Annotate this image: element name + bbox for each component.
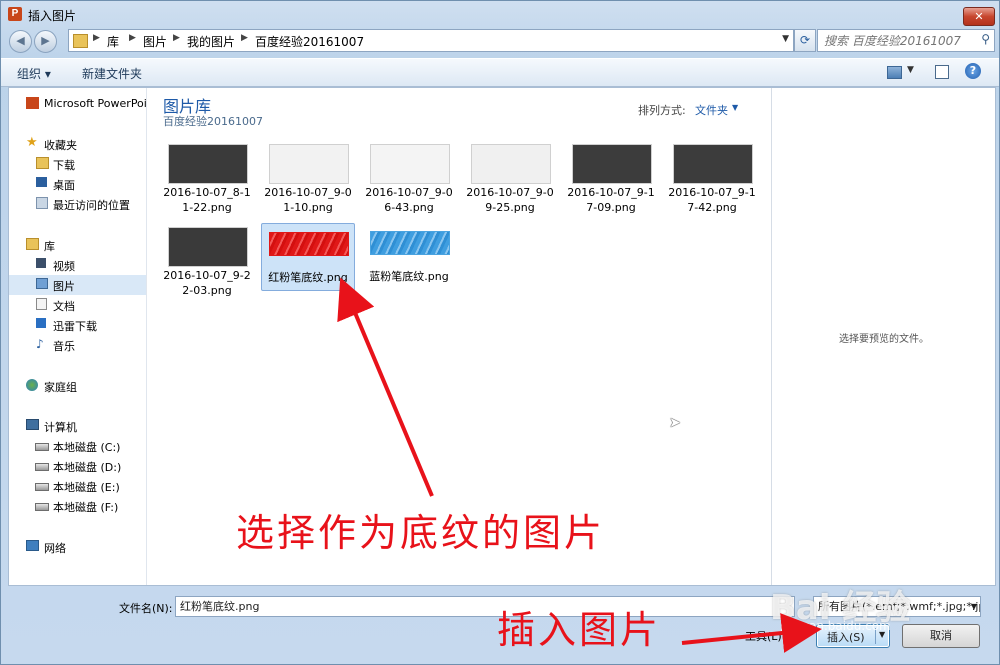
arrow-to-thumbnail [337, 277, 434, 497]
arrow-to-insert [681, 613, 822, 653]
annotation-select-picture: 选择作为底纹的图片 [236, 511, 606, 555]
annotation-insert-picture: 插入图片 [497, 608, 662, 652]
annotation-arrows [337, 277, 822, 653]
